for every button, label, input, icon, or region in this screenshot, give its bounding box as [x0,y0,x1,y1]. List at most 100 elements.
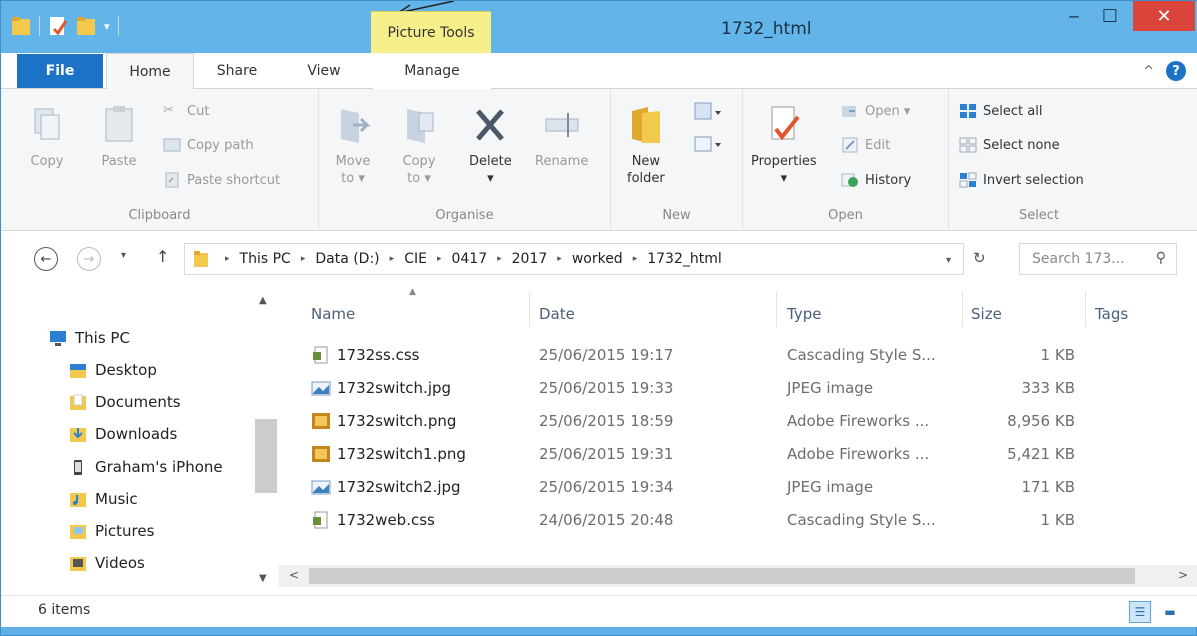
new-item-icon[interactable] [693,101,723,123]
nav-item-pictures[interactable]: Pictures [69,522,154,540]
paste-shortcut-button[interactable]: Paste shortcut [163,172,280,188]
recent-locations-dropdown[interactable]: ▾ [121,250,126,261]
new-folder-button[interactable]: New folder [627,103,665,187]
tab-home[interactable]: Home [106,53,194,90]
breadcrumb-separator-icon[interactable]: ▸ [301,254,306,264]
invert-selection-button[interactable]: Invert selection [959,172,1084,188]
maximize-button[interactable]: ☐ [1091,1,1129,31]
breadcrumb-item[interactable]: 0417 [451,251,487,267]
properties-icon[interactable] [48,15,68,37]
large-icons-view-button[interactable]: ▬ [1159,601,1181,623]
customize-toolbar-dropdown[interactable]: ▾ [104,20,110,33]
column-header-tags[interactable]: Tags [1095,297,1128,331]
breadcrumb-separator-icon[interactable]: ▸ [497,254,502,264]
file-date: 24/06/2015 20:48 [539,511,674,529]
scroll-up-icon[interactable]: ▲ [259,295,267,306]
edit-button[interactable]: Edit [841,137,890,153]
nav-pane-scrollbar[interactable]: ▲ ▼ [253,287,277,595]
rename-button[interactable]: Rename [535,103,588,170]
horizontal-scrollbar[interactable]: < > [279,565,1197,587]
copy-path-button[interactable]: Copy path [163,137,254,153]
file-row[interactable]: 1732switch1.png 25/06/2015 19:31 Adobe F… [279,438,1179,471]
breadcrumb-item[interactable]: This PC [240,251,291,267]
file-row[interactable]: 1732ss.css 25/06/2015 19:17 Cascading St… [279,339,1179,372]
details-view-button[interactable]: ☰ [1129,601,1151,623]
tab-share[interactable]: Share [201,53,273,89]
column-header-date[interactable]: Date [539,297,575,331]
breadcrumb-separator-icon[interactable]: ▸ [633,254,638,264]
breadcrumb-separator-icon[interactable]: ▸ [225,254,230,264]
cut-button[interactable]: ✂ Cut [163,103,209,119]
file-size: 171 KB [1021,478,1075,496]
select-none-button[interactable]: Select none [959,137,1060,153]
search-input[interactable]: Search 173... ⚲ [1019,243,1177,275]
address-bar[interactable]: ▸ This PC ▸ Data (D:) ▸ CIE ▸ 0417 ▸ 2017 ▸ wo… [184,243,964,275]
refresh-icon[interactable]: ↻ [973,249,986,267]
folder-icon[interactable] [11,15,31,37]
column-divider[interactable] [962,291,963,327]
nav-item-iphone[interactable]: Graham's iPhone [69,458,223,476]
search-icon[interactable]: ⚲ [1156,250,1166,266]
column-header-label: Date [539,305,575,323]
nav-item-desktop[interactable]: Desktop [69,361,157,379]
tab-manage[interactable]: Manage [373,53,491,89]
breadcrumb-item-current[interactable]: 1732_html [647,251,722,267]
tab-view[interactable]: View [291,53,357,89]
properties-dropdown-icon[interactable]: ▾ [781,170,788,187]
select-all-button[interactable]: Select all [959,103,1042,119]
nav-item-this-pc[interactable]: This PC [49,329,130,347]
minimize-button[interactable]: ‒ [1057,1,1091,31]
breadcrumb-separator-icon[interactable]: ▸ [557,254,562,264]
delete-button[interactable]: Delete ▾ [469,103,512,187]
nav-item-documents[interactable]: Documents [69,393,181,411]
delete-dropdown-icon[interactable]: ▾ [487,170,494,187]
breadcrumb-item[interactable]: worked [572,251,623,267]
copy-button[interactable]: Copy [29,103,65,170]
forward-button[interactable]: → [77,247,101,271]
back-button[interactable]: ← [34,247,58,271]
file-size: 8,956 KB [1007,412,1075,430]
column-header-size[interactable]: Size [971,297,1002,331]
file-list: Name ▲ Date Type Size Tags 1732ss.css 25… [279,287,1197,595]
breadcrumb-item[interactable]: Data (D:) [315,251,379,267]
minimize-ribbon-icon[interactable]: ^ [1143,64,1154,79]
history-button[interactable]: History [841,172,911,188]
status-bar: 6 items ☰ ▬ [1,595,1197,627]
column-header-name[interactable]: Name [311,297,355,331]
breadcrumb-item[interactable]: 2017 [512,251,548,267]
folder-icon [194,251,208,267]
column-header-type[interactable]: Type [787,297,821,331]
close-button[interactable]: ✕ [1133,1,1195,31]
scrollbar-thumb[interactable] [255,419,277,493]
column-divider[interactable] [1085,291,1086,327]
breadcrumb-separator-icon[interactable]: ▸ [390,254,395,264]
breadcrumb-item[interactable]: CIE [404,251,427,267]
open-button[interactable]: Open ▾ [841,103,910,119]
file-row[interactable]: 1732switch2.jpg 25/06/2015 19:34 JPEG im… [279,471,1179,504]
copy-to-button[interactable]: Copy to ▾ [401,103,437,187]
properties-button[interactable]: Properties ▾ [751,103,817,187]
scrollbar-thumb[interactable] [309,568,1135,584]
move-to-button[interactable]: Move to ▾ [335,103,371,187]
breadcrumb-separator-icon[interactable]: ▸ [437,254,442,264]
select-group-label: Select [1018,208,1060,223]
new-folder-icon[interactable] [76,15,96,37]
scroll-left-icon[interactable]: < [289,568,299,582]
scroll-down-icon[interactable]: ▼ [259,573,267,584]
nav-item-videos[interactable]: Videos [69,554,145,572]
file-row[interactable]: 1732switch.jpg 25/06/2015 19:33 JPEG ima… [279,372,1179,405]
file-row[interactable]: 1732web.css 24/06/2015 20:48 Cascading S… [279,504,1179,537]
paste-button[interactable]: Paste [101,103,137,170]
up-arrow-icon[interactable]: ↑ [156,247,169,266]
tab-file[interactable]: File [17,54,103,88]
column-divider[interactable] [776,291,777,327]
address-dropdown-icon[interactable]: ▾ [946,255,951,266]
easy-access-icon[interactable] [693,133,723,155]
open-icon [842,106,856,117]
nav-item-music[interactable]: Music [69,490,138,508]
nav-item-downloads[interactable]: Downloads [69,425,177,443]
scroll-right-icon[interactable]: > [1178,568,1188,582]
help-icon[interactable]: ? [1166,61,1186,81]
file-row[interactable]: 1732switch.png 25/06/2015 18:59 Adobe Fi… [279,405,1179,438]
column-divider[interactable] [529,291,530,327]
